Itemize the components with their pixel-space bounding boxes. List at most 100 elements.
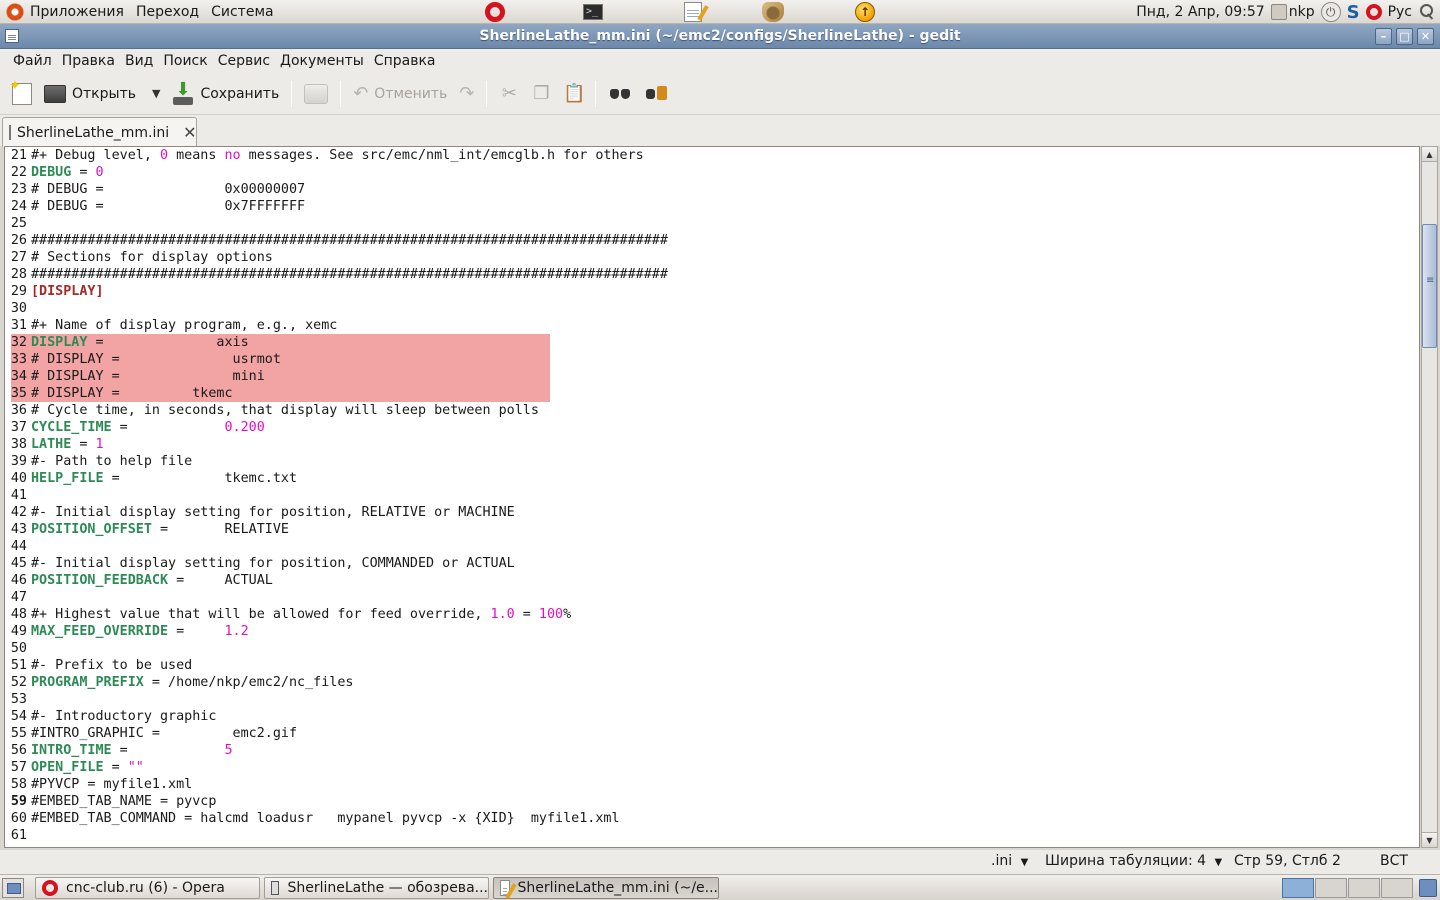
clock[interactable]: Пнд, 2 Апр, 09:57	[1136, 4, 1264, 20]
system-menu[interactable]: Система	[205, 0, 279, 24]
code-line[interactable]: 60 #EMBED_TAB_COMMAND = halcmd loadusr my…	[5, 810, 1419, 827]
code-line[interactable]: 50	[5, 640, 1419, 657]
opera-launcher[interactable]	[484, 1, 506, 23]
code-line[interactable]: 54 #- Introductory graphic	[5, 708, 1419, 725]
redo-button[interactable]: ↷	[453, 77, 480, 111]
chevron-down-icon[interactable]: ▼	[152, 87, 160, 100]
text-editor[interactable]: 21 #+ Debug level, 0 means no messages. S…	[4, 146, 1420, 848]
close-button[interactable]: ✕	[1417, 28, 1434, 45]
code-line[interactable]: 31 #+ Name of display program, e.g., xemc	[5, 317, 1419, 334]
power-icon[interactable]: ⏻	[1320, 2, 1341, 22]
save-button[interactable]: Сохранить	[166, 77, 285, 111]
keyboard-layout[interactable]: Рус	[1388, 4, 1412, 20]
vertical-scrollbar[interactable]: ▲ ▼	[1421, 146, 1438, 848]
terminal-launcher[interactable]: >_	[582, 1, 604, 23]
code-line[interactable]: 42 #- Initial display setting for positio…	[5, 504, 1419, 521]
code-line[interactable]: 48 #+ Highest value that will be allowed …	[5, 606, 1419, 623]
code-token: # DISPLAY = tkemc	[31, 386, 233, 401]
menu-search[interactable]: Поиск	[158, 53, 212, 69]
code-line[interactable]: 40 HELP_FILE = tkemc.txt	[5, 470, 1419, 487]
opera-tray-icon[interactable]	[1365, 4, 1382, 20]
code-line[interactable]: 57 OPEN_FILE = ""	[5, 759, 1419, 776]
menu-view[interactable]: Вид	[120, 53, 158, 69]
code-line[interactable]: 41	[5, 487, 1419, 504]
code-line[interactable]: 47	[5, 589, 1419, 606]
code-line[interactable]: 39 #- Path to help file	[5, 453, 1419, 470]
skype-icon[interactable]: S	[1347, 2, 1360, 23]
code-line[interactable]: 28 ######################################…	[5, 266, 1419, 283]
user-name[interactable]: nkp	[1289, 4, 1315, 20]
update-manager-launcher[interactable]: ↑	[854, 1, 876, 23]
code-line[interactable]: 59 #EMBED_TAB_NAME = pyvcp	[5, 793, 1419, 810]
code-line[interactable]: 37 CYCLE_TIME = 0.200	[5, 419, 1419, 436]
code-line[interactable]: 21 #+ Debug level, 0 means no messages. S…	[5, 147, 1419, 164]
menu-tools[interactable]: Сервис	[213, 53, 275, 69]
code-line[interactable]: 29 [DISPLAY]	[5, 283, 1419, 300]
places-menu[interactable]: Переход	[130, 0, 205, 24]
scrollbar-thumb[interactable]	[1422, 224, 1437, 348]
workspace-4[interactable]	[1381, 878, 1413, 898]
workspace-1[interactable]	[1282, 878, 1314, 898]
tab-width-selector[interactable]: Ширина табуляции: 4 ▼	[1045, 853, 1222, 869]
code-token: ""	[127, 760, 144, 775]
print-button[interactable]	[298, 77, 334, 111]
task-gedit[interactable]: SherlineLathe_mm.ini (~/e...	[493, 877, 719, 899]
code-line[interactable]: 25	[5, 215, 1419, 232]
maximize-button[interactable]: □	[1396, 28, 1413, 45]
code-line[interactable]: 26 ######################################…	[5, 232, 1419, 249]
code-line[interactable]: 33 # DISPLAY = usrmot	[5, 351, 1419, 368]
undo-button[interactable]: ↶ Отменить	[347, 77, 453, 111]
applications-menu[interactable]: Приложения	[0, 0, 130, 24]
show-desktop-icon[interactable]	[2, 878, 24, 898]
code-line[interactable]: 22 DEBUG = 0	[5, 164, 1419, 181]
code-line[interactable]: 30	[5, 300, 1419, 317]
code-line[interactable]: 58 #PYVCP = myfile1.xml	[5, 776, 1419, 793]
language-selector[interactable]: .ini ▼	[991, 853, 1028, 869]
paste-button[interactable]: 📋	[557, 77, 589, 111]
copy-button[interactable]: ❐	[525, 77, 557, 111]
open-button[interactable]: Открыть ▼	[38, 77, 166, 111]
find-button[interactable]	[602, 77, 638, 111]
text-editor-launcher[interactable]	[682, 1, 704, 23]
tab-sherlinelathe-mm-ini[interactable]: SherlineLathe_mm.ini ✕	[2, 117, 197, 147]
code-line[interactable]: 27 # Sections for display options	[5, 249, 1419, 266]
replace-button[interactable]	[638, 77, 674, 111]
code-line[interactable]: 55 #INTRO_GRAPHIC = emc2.gif	[5, 725, 1419, 742]
code-line[interactable]: 38 LATHE = 1	[5, 436, 1419, 453]
code-line[interactable]: 24 # DEBUG = 0x7FFFFFFF	[5, 198, 1419, 215]
minimize-button[interactable]: –	[1375, 28, 1392, 45]
menu-help[interactable]: Справка	[369, 53, 441, 69]
workspace-2[interactable]	[1315, 878, 1347, 898]
code-line[interactable]: 46 POSITION_FEEDBACK = ACTUAL	[5, 572, 1419, 589]
scroll-up-icon[interactable]: ▲	[1422, 147, 1437, 162]
close-tab-icon[interactable]: ✕	[183, 123, 196, 142]
code-line[interactable]: 36 # Cycle time, in seconds, that display…	[5, 402, 1419, 419]
code-line[interactable]: 23 # DEBUG = 0x00000007	[5, 181, 1419, 198]
menu-file[interactable]: Файл	[8, 53, 57, 69]
code-line[interactable]: 35 # DISPLAY = tkemc	[5, 385, 1419, 402]
redo-icon: ↷	[459, 83, 475, 104]
code-line[interactable]: 32 DISPLAY = axis	[5, 334, 1419, 351]
code-line[interactable]: 49 MAX_FEED_OVERRIDE = 1.2	[5, 623, 1419, 640]
code-line[interactable]: 34 # DISPLAY = mini	[5, 368, 1419, 385]
menu-edit[interactable]: Правка	[57, 53, 120, 69]
code-line[interactable]: 56 INTRO_TIME = 5	[5, 742, 1419, 759]
menu-documents[interactable]: Документы	[275, 53, 369, 69]
code-line[interactable]: 52 PROGRAM_PREFIX = /home/nkp/emc2/nc_fil…	[5, 674, 1419, 691]
code-line[interactable]: 61	[5, 827, 1419, 844]
gimp-launcher[interactable]	[762, 1, 784, 23]
workspace-3[interactable]	[1348, 878, 1380, 898]
code-line[interactable]: 53	[5, 691, 1419, 708]
task-opera[interactable]: cnc-club.ru (6) - Opera	[35, 877, 260, 899]
code-line[interactable]: 51 #- Prefix to be used	[5, 657, 1419, 674]
scroll-down-icon[interactable]: ▼	[1422, 832, 1437, 847]
new-document-button[interactable]	[6, 77, 38, 111]
search-icon[interactable]	[1418, 3, 1436, 21]
code-line[interactable]: 45 #- Initial display setting for positio…	[5, 555, 1419, 572]
window-titlebar[interactable]: SherlineLathe_mm.ini (~/emc2/configs/She…	[0, 24, 1440, 49]
trash-icon[interactable]	[1419, 879, 1437, 897]
task-file-manager[interactable]: SherlineLathe — обозрева...	[264, 877, 489, 899]
code-line[interactable]: 43 POSITION_OFFSET = RELATIVE	[5, 521, 1419, 538]
cut-button[interactable]: ✂	[493, 77, 525, 111]
code-line[interactable]: 44	[5, 538, 1419, 555]
